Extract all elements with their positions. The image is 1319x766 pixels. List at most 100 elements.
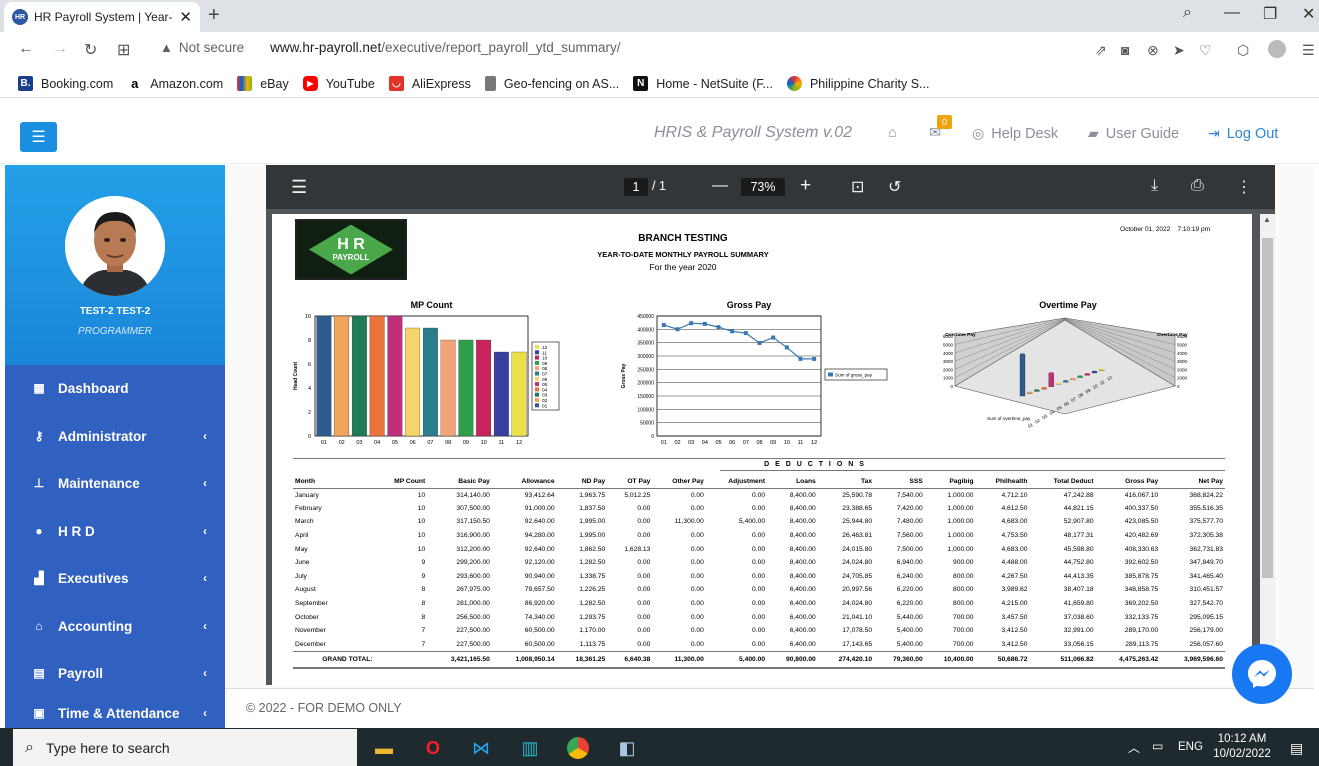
close-tab-icon[interactable]: ✕ bbox=[179, 8, 192, 26]
table-cell: 1,282.50 bbox=[579, 559, 606, 567]
x-tick-label: 06 bbox=[410, 440, 416, 446]
x-tick-label: 04 bbox=[374, 440, 380, 446]
chart-title: MP Count bbox=[411, 300, 453, 310]
total-cell: 50,686.72 bbox=[975, 650, 1030, 670]
vscode-icon[interactable]: ⋈ bbox=[470, 737, 492, 759]
y-tick-label-left: 2000 bbox=[943, 367, 954, 372]
url-field[interactable]: ▲ Not secure www.hr-payroll.net /executi… bbox=[160, 40, 621, 55]
table-row: February 10 307,500.00 91,000.00 1,837.50 0.0… bbox=[293, 502, 1225, 516]
browser-tab[interactable]: HR HR Payroll System | Year-To ✕ bbox=[4, 2, 200, 32]
send-icon[interactable]: ➤ bbox=[1173, 42, 1185, 59]
sidebar-item-hrd[interactable]: ● H R D ‹ bbox=[5, 508, 225, 554]
sidebar-item-payroll[interactable]: ▤ Payroll ‹ bbox=[5, 650, 225, 696]
messenger-chat-button[interactable] bbox=[1232, 644, 1292, 704]
forward-icon[interactable]: → bbox=[52, 40, 68, 58]
pdf-menu-icon[interactable]: ☰ bbox=[291, 177, 307, 198]
table-cell: 8 bbox=[421, 586, 426, 594]
zoom-input[interactable]: 73% bbox=[741, 178, 785, 196]
taskbar-search[interactable]: ⌕ Type here to search bbox=[13, 729, 357, 766]
table-cell: 256,179.00 bbox=[1189, 627, 1223, 635]
table-cell: 800.00 bbox=[953, 586, 974, 594]
notifications-icon[interactable]: ▤ bbox=[1290, 740, 1303, 757]
bookmark-youtube[interactable]: ▶ YouTube bbox=[302, 76, 375, 91]
bookmark-netsuite[interactable]: N Home - NetSuite (F... bbox=[633, 76, 773, 91]
pdf-scrollbar-thumb[interactable] bbox=[1262, 238, 1273, 578]
bookmark-booking[interactable]: B. Booking.com bbox=[18, 76, 113, 91]
total-cell: 1,008,950.14 bbox=[491, 650, 557, 670]
total-cell: 3,421,165.50 bbox=[427, 650, 492, 670]
chrome-icon[interactable] bbox=[567, 737, 589, 759]
column-header: ND Pay bbox=[556, 476, 608, 489]
bookmark-aliexpress[interactable]: ◡ AliExpress bbox=[388, 76, 471, 91]
sidebar-item-executives[interactable]: ▟ Executives ‹ bbox=[5, 555, 225, 601]
print-icon[interactable]: ⎙ bbox=[1191, 177, 1204, 195]
table-cell: 10 bbox=[417, 545, 426, 553]
cube-icon[interactable]: ⬡ bbox=[1237, 42, 1249, 59]
home-icon[interactable]: ⌂ bbox=[888, 125, 897, 141]
camera-icon[interactable]: ◙ bbox=[1121, 42, 1129, 58]
close-window-icon[interactable]: ✕ bbox=[1302, 4, 1315, 24]
y-tick-label: 0 bbox=[308, 434, 311, 440]
user-guide-link[interactable]: ▰ User Guide bbox=[1088, 125, 1179, 142]
table-cell: 0.00 bbox=[637, 572, 651, 580]
apps-grid-icon[interactable]: ⊞ bbox=[117, 40, 130, 60]
table-cell: 24,024.80 bbox=[842, 600, 873, 608]
legend-swatch bbox=[535, 403, 539, 408]
file-explorer-icon[interactable]: ▬ bbox=[373, 737, 395, 759]
maximize-icon[interactable]: ❐ bbox=[1263, 4, 1277, 24]
fit-page-icon[interactable]: ⊡ bbox=[851, 177, 864, 197]
table-cell: 7,500.00 bbox=[896, 545, 923, 553]
bookmark-pcso[interactable]: Philippine Charity S... bbox=[786, 76, 929, 91]
data-point bbox=[702, 321, 707, 326]
download-icon[interactable]: ⤓ bbox=[1151, 177, 1158, 195]
bookmark-amazon[interactable]: a Amazon.com bbox=[127, 76, 223, 91]
bookmark-ebay[interactable]: eBay bbox=[237, 76, 289, 91]
legend-label: Sum of gross_pay bbox=[835, 373, 873, 378]
bookmark-geofencing[interactable]: Geo-fencing on AS... bbox=[484, 76, 619, 91]
table-cell: 0.00 bbox=[637, 532, 651, 540]
rotate-icon[interactable]: ↺ bbox=[888, 177, 901, 197]
tab-search-icon[interactable]: ⌕ bbox=[1183, 4, 1192, 22]
back-icon[interactable]: ← bbox=[18, 40, 34, 58]
profile-icon[interactable] bbox=[1268, 40, 1286, 58]
logout-link[interactable]: ⇥ Log Out bbox=[1208, 125, 1278, 142]
share-icon[interactable]: ⇗ bbox=[1095, 42, 1107, 59]
total-cell: 79,360.00 bbox=[874, 650, 925, 670]
sidebar-item-accounting[interactable]: ⌂ Accounting ‹ bbox=[5, 603, 225, 649]
reload-icon[interactable]: ↻ bbox=[84, 40, 97, 60]
y-axis-label-right: Overtime Pay bbox=[1157, 332, 1188, 338]
table-cell: 7,540.00 bbox=[896, 491, 923, 499]
new-tab-icon[interactable]: + bbox=[208, 4, 220, 27]
sidebar-item-administrator[interactable]: ⚷ Administrator ‹ bbox=[5, 413, 225, 459]
network-icon[interactable]: ▭ bbox=[1152, 739, 1163, 753]
more-options-icon[interactable]: ⋮ bbox=[1236, 177, 1252, 197]
zoom-out-icon[interactable]: — bbox=[712, 177, 728, 195]
app-panel-icon[interactable]: ▥ bbox=[519, 737, 541, 759]
heart-icon[interactable]: ♡ bbox=[1199, 42, 1212, 59]
block-icon[interactable]: ⊗ bbox=[1147, 42, 1159, 59]
zoom-in-icon[interactable]: + bbox=[800, 175, 811, 197]
sidebar-item-maintenance[interactable]: ⊥ Maintenance ‹ bbox=[5, 460, 225, 506]
scroll-up-icon[interactable]: ▲ bbox=[1263, 215, 1271, 224]
table-cell: 7,420.00 bbox=[896, 504, 923, 512]
legend-swatch bbox=[535, 382, 539, 387]
table-cell: 74,340.00 bbox=[524, 613, 555, 621]
tray-chevron-icon[interactable]: ︿ bbox=[1128, 739, 1140, 756]
table-cell: 700.00 bbox=[953, 613, 974, 621]
menu-lines-icon[interactable]: ☰ bbox=[1302, 42, 1315, 59]
page-number-input[interactable]: 1 bbox=[624, 178, 648, 196]
minimize-icon[interactable]: — bbox=[1224, 4, 1240, 22]
y-tick-label: 300000 bbox=[637, 354, 654, 360]
notepad-icon[interactable]: ◧ bbox=[616, 737, 638, 759]
table-cell: January bbox=[295, 491, 319, 499]
table-cell: 17,078.50 bbox=[842, 627, 873, 635]
language-indicator[interactable]: ENG bbox=[1178, 741, 1203, 753]
x-tick-label: 05 bbox=[392, 440, 398, 446]
sidebar-item-dashboard[interactable]: ▦ Dashboard bbox=[5, 365, 225, 411]
sidebar-item-time-attendance[interactable]: ▣ Time & Attendance ‹ bbox=[5, 698, 225, 728]
opera-icon[interactable]: O bbox=[422, 737, 444, 759]
y-tick-label: 150000 bbox=[637, 394, 654, 400]
menu-toggle-button[interactable]: ☰ bbox=[20, 122, 57, 152]
taskbar-clock[interactable]: 10:12 AM 10/02/2022 bbox=[1212, 732, 1272, 762]
help-desk-link[interactable]: ◎ Help Desk bbox=[972, 125, 1058, 142]
